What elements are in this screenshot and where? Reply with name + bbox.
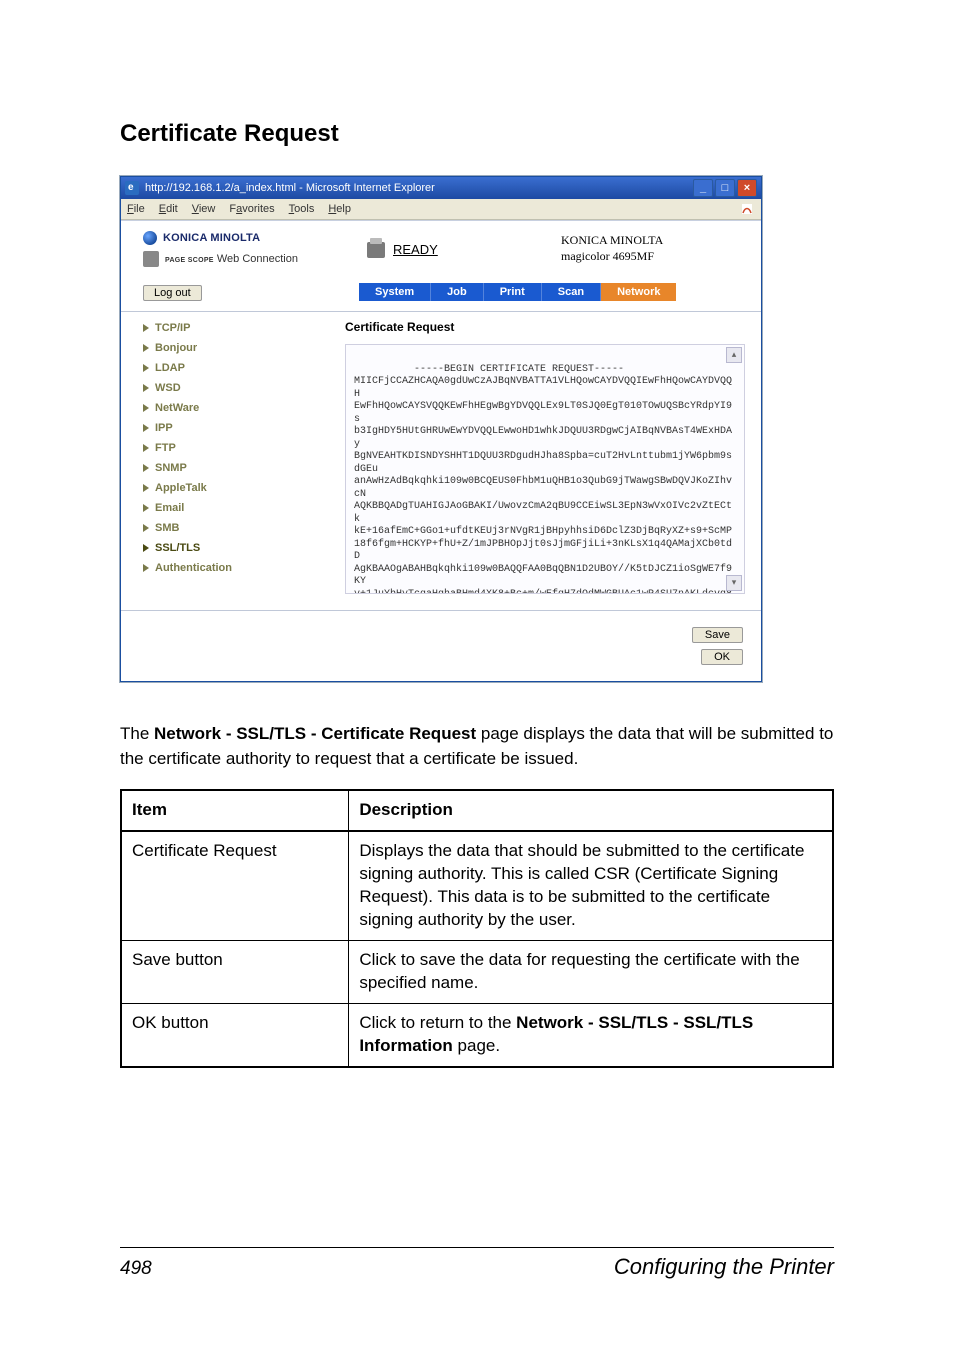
footer-title: Configuring the Printer <box>614 1254 834 1280</box>
sidebar-item-label: NetWare <box>155 402 199 414</box>
triangle-icon <box>143 484 149 492</box>
sidebar-item-snmp[interactable]: SNMP <box>121 458 337 478</box>
triangle-icon <box>143 344 149 352</box>
sidebar-item-tcpip[interactable]: TCP/IP <box>121 318 337 338</box>
certificate-request-textarea[interactable]: -----BEGIN CERTIFICATE REQUEST----- MIIC… <box>345 344 745 594</box>
sidebar-item-netware[interactable]: NetWare <box>121 398 337 418</box>
tab-system[interactable]: System <box>359 283 431 301</box>
table-row: OK button Click to return to the Network… <box>121 1003 833 1066</box>
menu-edit[interactable]: Edit <box>159 203 178 215</box>
menu-view[interactable]: View <box>192 203 216 215</box>
sidebar-item-label: FTP <box>155 442 176 454</box>
device-model: magicolor 4695MF <box>561 249 761 265</box>
sidebar: TCP/IP Bonjour LDAP WSD NetWare IPP FTP … <box>121 312 337 610</box>
sidebar-item-label: IPP <box>155 422 173 434</box>
text: The <box>120 724 154 743</box>
sidebar-item-ftp[interactable]: FTP <box>121 438 337 458</box>
window-maximize-button[interactable]: □ <box>715 179 735 197</box>
text: Click to return to the <box>359 1013 516 1032</box>
triangle-icon <box>143 404 149 412</box>
description-paragraph: The Network - SSL/TLS - Certificate Requ… <box>120 722 834 771</box>
text: page. <box>453 1036 500 1055</box>
sidebar-item-authentication[interactable]: Authentication <box>121 558 337 578</box>
device-brand: KONICA MINOLTA <box>561 233 761 249</box>
sidebar-item-label: LDAP <box>155 362 185 374</box>
triangle-icon <box>143 364 149 372</box>
globe-icon <box>143 231 157 245</box>
sidebar-item-ldap[interactable]: LDAP <box>121 358 337 378</box>
sidebar-item-email[interactable]: Email <box>121 498 337 518</box>
sidebar-item-ssltls[interactable]: SSL/TLS <box>121 538 337 558</box>
pagescope-icon <box>143 251 159 267</box>
cell-desc: Click to save the data for requesting th… <box>349 940 833 1003</box>
sidebar-item-label: TCP/IP <box>155 322 190 334</box>
cell-desc: Displays the data that should be submitt… <box>349 831 833 940</box>
sidebar-item-smb[interactable]: SMB <box>121 518 337 538</box>
tab-network[interactable]: Network <box>601 283 676 301</box>
sidebar-item-label: SSL/TLS <box>155 542 200 554</box>
cell-item: OK button <box>121 1003 349 1066</box>
sidebar-item-label: Authentication <box>155 562 232 574</box>
sidebar-item-label: SMB <box>155 522 179 534</box>
printer-status: READY <box>393 242 438 257</box>
sidebar-item-bonjour[interactable]: Bonjour <box>121 338 337 358</box>
window-close-button[interactable]: × <box>737 179 757 197</box>
triangle-icon <box>143 504 149 512</box>
cell-item: Save button <box>121 940 349 1003</box>
window-minimize-button[interactable]: _ <box>693 179 713 197</box>
triangle-icon <box>143 384 149 392</box>
panel-title: Certificate Request <box>345 320 745 334</box>
save-button[interactable]: Save <box>692 627 743 643</box>
logout-button[interactable]: Log out <box>143 285 202 301</box>
page-heading: Certificate Request <box>120 120 834 148</box>
text-bold: Network - SSL/TLS - Certificate Request <box>154 724 476 743</box>
sidebar-item-appletalk[interactable]: AppleTalk <box>121 478 337 498</box>
certificate-text: -----BEGIN CERTIFICATE REQUEST----- MIIC… <box>354 364 732 595</box>
tab-scan[interactable]: Scan <box>542 283 601 301</box>
browser-menubar: File Edit View Favorites Tools Help <box>121 199 761 220</box>
sidebar-item-label: Bonjour <box>155 342 197 354</box>
cell-desc: Click to return to the Network - SSL/TLS… <box>349 1003 833 1066</box>
triangle-icon <box>143 464 149 472</box>
cell-item: Certificate Request <box>121 831 349 940</box>
sidebar-item-label: WSD <box>155 382 181 394</box>
th-item: Item <box>121 790 349 831</box>
sidebar-item-ipp[interactable]: IPP <box>121 418 337 438</box>
throbber-icon <box>739 201 755 217</box>
ok-button[interactable]: OK <box>701 649 743 665</box>
page-number: 498 <box>120 1258 152 1280</box>
window-titlebar: http://192.168.1.2/a_index.html - Micros… <box>121 177 761 199</box>
triangle-icon <box>143 564 149 572</box>
triangle-icon <box>143 544 149 552</box>
pagescope-label: PAGE SCOPE Web Connection <box>165 253 298 265</box>
menu-favorites[interactable]: Favorites <box>229 203 274 215</box>
tab-print[interactable]: Print <box>484 283 542 301</box>
window-title: http://192.168.1.2/a_index.html - Micros… <box>145 182 435 194</box>
triangle-icon <box>143 424 149 432</box>
menu-file[interactable]: File <box>127 203 145 215</box>
scroll-up-button[interactable]: ▴ <box>726 347 742 363</box>
sidebar-item-label: Email <box>155 502 184 514</box>
sidebar-item-wsd[interactable]: WSD <box>121 378 337 398</box>
scroll-down-button[interactable]: ▾ <box>726 575 742 591</box>
sidebar-item-label: AppleTalk <box>155 482 207 494</box>
table-row: Certificate Request Displays the data th… <box>121 831 833 940</box>
description-table: Item Description Certificate Request Dis… <box>120 789 834 1067</box>
th-description: Description <box>349 790 833 831</box>
menu-help[interactable]: Help <box>328 203 351 215</box>
browser-window: http://192.168.1.2/a_index.html - Micros… <box>120 176 762 682</box>
top-tabs: System Job Print Scan Network <box>359 283 676 301</box>
triangle-icon <box>143 524 149 532</box>
triangle-icon <box>143 444 149 452</box>
brand-logo: KONICA MINOLTA <box>143 231 359 245</box>
page-footer: 498 Configuring the Printer <box>120 1247 834 1280</box>
printer-icon <box>367 242 385 258</box>
ie-icon <box>125 181 139 195</box>
tab-job[interactable]: Job <box>431 283 484 301</box>
triangle-icon <box>143 324 149 332</box>
table-row: Save button Click to save the data for r… <box>121 940 833 1003</box>
menu-tools[interactable]: Tools <box>289 203 315 215</box>
brand-name: KONICA MINOLTA <box>163 232 260 244</box>
sidebar-item-label: SNMP <box>155 462 187 474</box>
